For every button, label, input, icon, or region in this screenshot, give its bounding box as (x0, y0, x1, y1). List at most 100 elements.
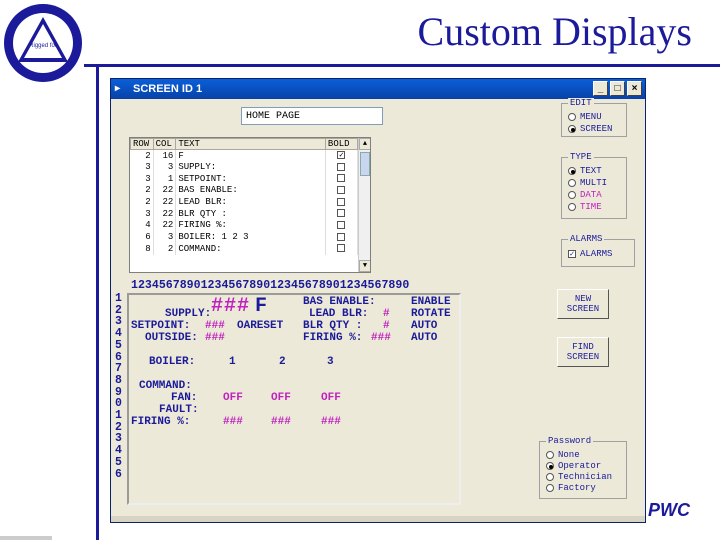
pv-supply-value: ### (211, 295, 251, 318)
grid-cell-col[interactable]: 22 (153, 219, 177, 232)
bold-checkbox[interactable] (337, 209, 346, 218)
grid-cell-row[interactable]: 2 (130, 149, 154, 162)
grid-cell-text[interactable]: BLR QTY : (175, 207, 326, 220)
scroll-thumb[interactable] (360, 152, 370, 176)
grid-cell-row[interactable]: 3 (130, 172, 154, 185)
bold-checkbox[interactable] (337, 221, 346, 230)
password-option-operator[interactable]: Operator (546, 461, 601, 471)
grid-cell-bold[interactable] (325, 207, 359, 220)
grid-row[interactable]: 2 22 BAS ENABLE: (130, 184, 359, 197)
type-option-multi-label: MULTI (580, 178, 608, 188)
grid-cell-text[interactable]: SUPPLY: (175, 161, 326, 173)
grid-cell-col[interactable]: 22 (153, 207, 177, 220)
grid-cell-bold[interactable] (325, 231, 359, 243)
grid-cell-col[interactable]: 3 (153, 231, 177, 243)
alarms-checkbox[interactable]: ✓ (568, 250, 576, 259)
grid-cell-text[interactable]: BOILER: 1 2 3 (175, 231, 326, 243)
grid-row[interactable]: 2 22 LEAD BLR: (130, 196, 359, 208)
pv-outside-value: ### (205, 332, 225, 344)
edit-option-screen[interactable]: SCREEN (568, 124, 612, 134)
grid-cell-text[interactable]: LEAD BLR: (175, 196, 326, 208)
row-number: 5 (115, 338, 122, 352)
close-button[interactable]: × (627, 81, 642, 96)
grid-cell-bold[interactable] (325, 196, 359, 208)
grid-cell-text[interactable]: F (175, 149, 326, 162)
bold-checkbox[interactable] (337, 197, 346, 206)
edit-radio-screen[interactable] (568, 125, 576, 133)
scroll-down-icon[interactable]: ▼ (359, 260, 370, 272)
grid-header-row-col[interactable]: ROW (130, 138, 154, 150)
grid-row[interactable]: 3 1 SETPOINT: (130, 172, 359, 185)
find-screen-button[interactable]: FIND SCREEN (557, 337, 609, 367)
grid-row[interactable]: 6 3 BOILER: 1 2 3 (130, 231, 359, 243)
grid-cell-bold[interactable]: ✓ (325, 149, 359, 162)
grid-cell-row[interactable]: 6 (130, 231, 154, 243)
grid-cell-bold[interactable] (325, 184, 359, 197)
grid-header-col-col[interactable]: COL (152, 138, 177, 150)
grid-cell-text[interactable]: SETPOINT: (175, 172, 326, 185)
grid-cell-row[interactable]: 8 (130, 243, 154, 255)
type-option-data[interactable]: DATA (568, 190, 602, 200)
edit-radio-menu[interactable] (568, 113, 576, 121)
grid-cell-bold[interactable] (325, 161, 359, 173)
grid-cell-bold[interactable] (325, 219, 359, 232)
password-radio-none[interactable] (546, 451, 554, 459)
password-option-factory[interactable]: Factory (546, 483, 596, 493)
password-option-technician[interactable]: Technician (546, 472, 612, 482)
type-option-text[interactable]: TEXT (568, 166, 602, 176)
grid-row[interactable]: 2 16 F ✓ (130, 149, 359, 162)
password-radio-factory[interactable] (546, 484, 554, 492)
grid-cell-row[interactable]: 2 (130, 184, 154, 197)
grid-cell-row[interactable]: 2 (130, 196, 154, 208)
grid-row[interactable]: 3 3 SUPPLY: (130, 161, 359, 173)
grid-cell-col[interactable]: 2 (153, 243, 177, 255)
screen-preview[interactable]: SUPPLY: ### F SETPOINT: ### OARESET OUTS… (127, 293, 461, 505)
grid-cell-text[interactable]: FIRING %: (175, 219, 326, 232)
grid-cell-col[interactable]: 22 (153, 196, 177, 208)
alarms-checkbox-row[interactable]: ✓ ALARMS (568, 249, 612, 259)
type-radio-multi[interactable] (568, 179, 576, 187)
grid-cell-col[interactable]: 22 (153, 184, 177, 197)
grid-cell-col[interactable]: 1 (153, 172, 177, 185)
grid-cell-col[interactable]: 3 (153, 161, 177, 173)
bold-checkbox[interactable] (337, 244, 346, 253)
row-number: 1 (115, 292, 122, 305)
new-screen-button[interactable]: NEW SCREEN (557, 289, 609, 319)
bold-checkbox[interactable] (337, 186, 346, 195)
scroll-up-icon[interactable]: ▲ (359, 138, 370, 150)
grid-cell-bold[interactable] (325, 243, 359, 255)
type-option-time[interactable]: TIME (568, 202, 602, 212)
edit-option-menu[interactable]: MENU (568, 112, 602, 122)
grid-cell-row[interactable]: 3 (130, 207, 154, 220)
password-radio-operator[interactable] (546, 462, 554, 470)
grid-cell-text[interactable]: COMMAND: (175, 243, 326, 255)
bold-checkbox[interactable]: ✓ (337, 151, 346, 160)
grid-row[interactable]: 4 22 FIRING %: (130, 219, 359, 232)
screen-title-input[interactable] (241, 107, 383, 125)
type-option-multi[interactable]: MULTI (568, 178, 607, 188)
grid-header-bold-col[interactable]: BOLD (324, 138, 359, 150)
grid-row[interactable]: 3 22 BLR QTY : (130, 207, 359, 220)
grid-cell-row[interactable]: 4 (130, 219, 154, 232)
grid-cell-col[interactable]: 16 (153, 149, 177, 162)
grid-scrollbar[interactable]: ▲ ▼ (358, 138, 370, 272)
grid-cell-text[interactable]: BAS ENABLE: (175, 184, 326, 197)
grid-cell-row[interactable]: 3 (130, 161, 154, 173)
grid-cell-bold[interactable] (325, 172, 359, 185)
pv-setpoint-value: ### (205, 320, 225, 332)
pv-boiler-2: 2 (279, 356, 286, 368)
bold-checkbox[interactable] (337, 162, 346, 171)
grid-header-text-col[interactable]: TEXT (175, 138, 326, 150)
text-entry-grid[interactable]: ROW COL TEXT BOLD 2 16 F ✓ 3 3 SUPPLY: 3 1 SETPOI… (129, 137, 371, 273)
bold-checkbox[interactable] (337, 174, 346, 183)
password-radio-technician[interactable] (546, 473, 554, 481)
bold-checkbox[interactable] (337, 232, 346, 241)
type-radio-data[interactable] (568, 191, 576, 199)
grid-row[interactable]: 8 2 COMMAND: (130, 243, 359, 255)
type-radio-time[interactable] (568, 203, 576, 211)
maximize-button[interactable]: □ (610, 81, 625, 96)
window-titlebar[interactable]: ▸ SCREEN ID 1 _ □ × (111, 79, 645, 99)
type-radio-text[interactable] (568, 167, 576, 175)
minimize-button[interactable]: _ (593, 81, 608, 96)
password-option-none[interactable]: None (546, 450, 580, 460)
